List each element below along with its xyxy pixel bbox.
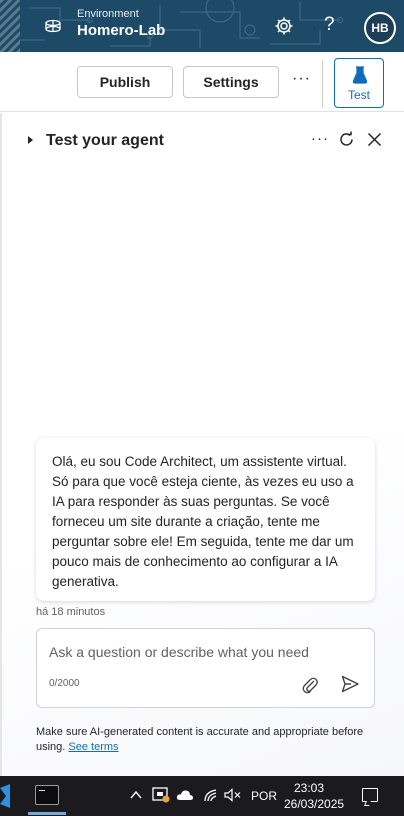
close-icon[interactable] (367, 132, 382, 147)
system-clock[interactable]: 23:03 26/03/2025 (284, 780, 345, 812)
test-panel: Test your agent ··· Olá, eu sou Code Arc… (0, 113, 404, 776)
refresh-icon[interactable] (338, 131, 355, 148)
collapse-chevron-icon[interactable] (28, 136, 33, 144)
notifications-icon[interactable] (362, 788, 378, 802)
panel-title: Test your agent (46, 132, 164, 149)
see-terms-link[interactable]: See terms (68, 741, 118, 753)
gear-icon[interactable] (274, 16, 294, 36)
test-button[interactable]: Test (334, 58, 384, 108)
help-icon[interactable]: ? (324, 14, 335, 36)
chevron-up-icon[interactable] (130, 790, 142, 800)
more-options-icon[interactable]: ··· (292, 70, 311, 88)
test-button-label: Test (347, 88, 370, 102)
shield-icon[interactable] (152, 787, 170, 803)
terminal-icon[interactable] (35, 785, 59, 805)
ai-disclaimer: Make sure AI-generated content is accura… (36, 725, 376, 755)
settings-button[interactable]: Settings (183, 66, 279, 98)
publish-button[interactable]: Publish (77, 66, 173, 98)
globe-icon (45, 19, 61, 33)
environment-name[interactable]: Homero-Lab (77, 22, 165, 39)
vscode-icon[interactable] (0, 784, 14, 808)
active-app-indicator (28, 812, 66, 815)
chat-input-placeholder[interactable]: Ask a question or describe what you need (49, 644, 309, 660)
clock-time: 23:03 (293, 781, 325, 795)
onedrive-icon[interactable] (176, 789, 194, 801)
chat-input-box[interactable]: Ask a question or describe what you need… (36, 628, 375, 708)
bot-message: Olá, eu sou Code Architect, um assistent… (36, 438, 375, 601)
environment-label: Environment (77, 8, 139, 20)
wifi-icon[interactable] (203, 788, 219, 802)
message-timestamp: há 18 minutos (36, 606, 106, 618)
volume-muted-icon[interactable] (224, 788, 242, 802)
divider (322, 60, 323, 108)
app-header: Environment Homero-Lab ? HB (0, 0, 404, 52)
command-bar: Publish Settings ··· Test (0, 52, 404, 112)
character-counter: 0/2000 (49, 678, 80, 689)
language-indicator[interactable]: POR (251, 789, 277, 803)
attach-icon[interactable] (301, 675, 319, 695)
user-avatar[interactable]: HB (364, 12, 396, 44)
os-taskbar: POR 23:03 26/03/2025 (0, 776, 404, 816)
clock-date: 26/03/2025 (284, 797, 345, 811)
send-icon[interactable] (340, 674, 360, 694)
beaker-icon (352, 66, 368, 84)
panel-more-icon[interactable]: ··· (311, 130, 329, 147)
